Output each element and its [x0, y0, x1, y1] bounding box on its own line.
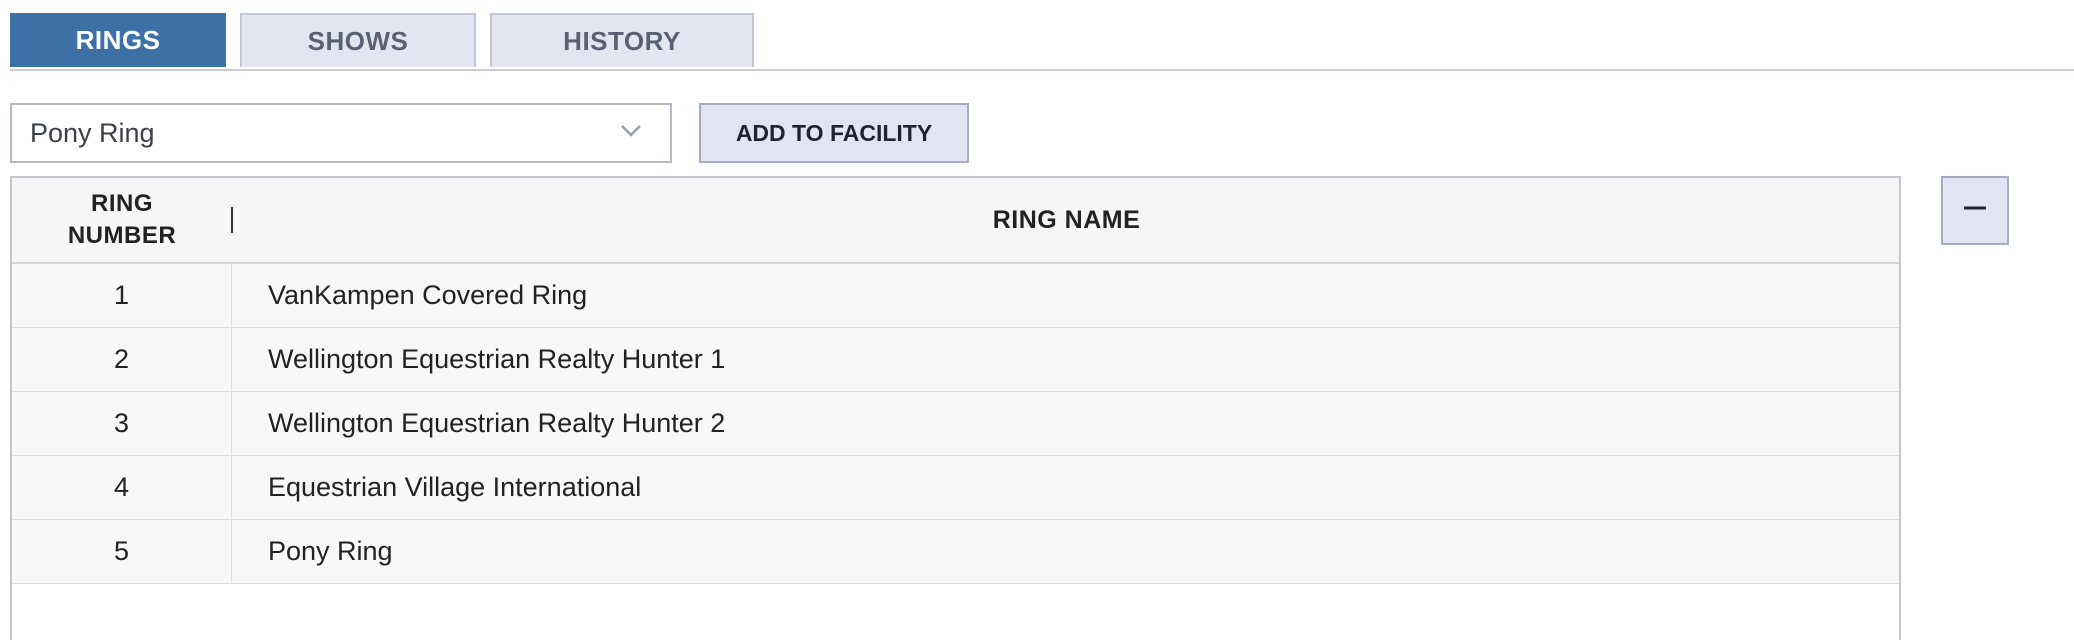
table-row[interactable]: 2 Wellington Equestrian Realty Hunter 1: [12, 328, 1899, 392]
table-row[interactable]: 1 VanKampen Covered Ring: [12, 264, 1899, 328]
ring-name-cell: Wellington Equestrian Realty Hunter 1: [268, 344, 726, 374]
minus-icon: [1962, 195, 1988, 226]
tab-shows-label: SHOWS: [307, 25, 409, 56]
column-header-ring-number-label: RING NUMBER: [67, 190, 177, 249]
column-resize-handle[interactable]: [231, 207, 233, 233]
rings-page: RINGS SHOWS HISTORY Pony Ring ADD TO FAC…: [0, 0, 2074, 640]
remove-ring-button[interactable]: [1941, 176, 2009, 245]
ring-name-cell: Wellington Equestrian Realty Hunter 2: [268, 408, 726, 438]
ring-number-cell: 3: [12, 392, 232, 455]
ring-name-cell: VanKampen Covered Ring: [268, 280, 588, 310]
ring-name-cell: Equestrian Village International: [268, 472, 642, 502]
tab-shows[interactable]: SHOWS: [240, 13, 476, 67]
table-row[interactable]: 4 Equestrian Village International: [12, 456, 1899, 520]
ring-number-cell: 1: [12, 264, 232, 327]
ring-number-cell: 4: [12, 456, 232, 519]
add-to-facility-button[interactable]: ADD TO FACILITY: [699, 103, 969, 163]
table-header: RING NUMBER RING NAME: [12, 178, 1899, 264]
table-body: 1 VanKampen Covered Ring 2 Wellington Eques…: [12, 264, 1899, 584]
chevron-down-icon: [620, 119, 642, 141]
column-header-ring-name[interactable]: RING NAME: [234, 178, 1899, 262]
add-to-facility-label: ADD TO FACILITY: [735, 119, 933, 146]
ring-number-cell: 5: [12, 520, 232, 583]
rings-table: RING NUMBER RING NAME 1 VanKampen Covered …: [10, 176, 1901, 640]
ring-number-cell: 2: [12, 328, 232, 391]
table-row[interactable]: 5 Pony Ring: [12, 520, 1899, 584]
column-header-ring-name-label: RING NAME: [992, 205, 1141, 234]
ring-select-value: Pony Ring: [30, 117, 155, 148]
tab-rings-label: RINGS: [75, 24, 161, 55]
table-row[interactable]: 3 Wellington Equestrian Realty Hunter 2: [12, 392, 1899, 456]
tab-bar: RINGS SHOWS HISTORY: [10, 13, 2074, 71]
column-header-ring-number[interactable]: RING NUMBER: [12, 178, 232, 262]
tab-history[interactable]: HISTORY: [490, 13, 754, 67]
ring-select[interactable]: Pony Ring: [10, 103, 672, 163]
tab-history-label: HISTORY: [563, 25, 681, 56]
tab-rings[interactable]: RINGS: [10, 13, 226, 67]
ring-name-cell: Pony Ring: [268, 536, 393, 566]
